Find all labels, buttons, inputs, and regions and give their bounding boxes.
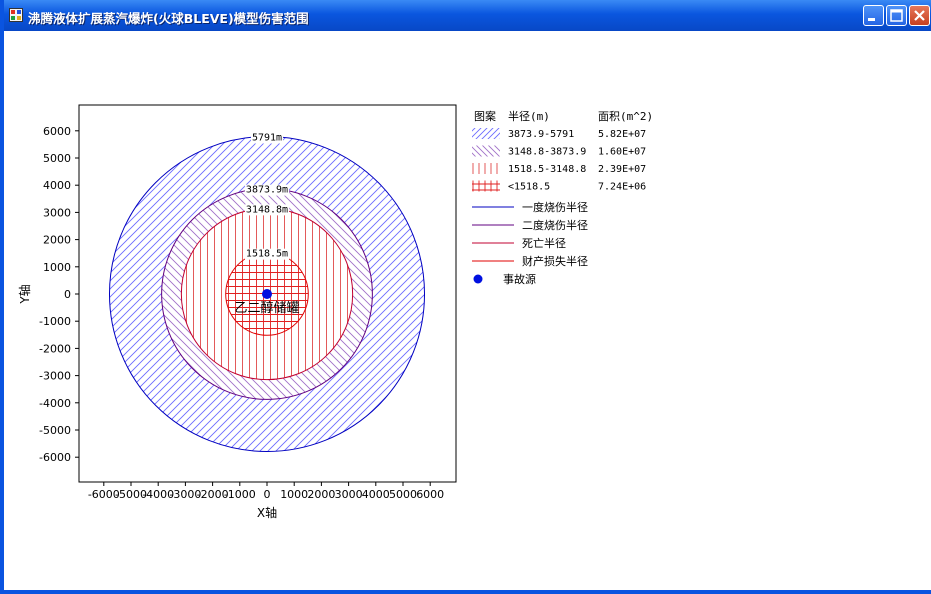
x-tick-label-10: 4000 — [362, 488, 390, 501]
y-tick-label-9: -3000 — [39, 370, 71, 383]
legend-zone-swatch-3 — [472, 180, 500, 192]
y-tick-label-4: 2000 — [43, 234, 71, 247]
legend-source-label: 事故源 — [503, 272, 536, 286]
circle-label-0: 5791m — [252, 132, 282, 143]
y-axis-ticks: 6000 5000 4000 3000 2000 1000 0 -1000 -2000 -3000… — [39, 125, 79, 464]
legend-zone-area-3: 7.24E+06 — [598, 182, 646, 193]
y-tick-label-7: -1000 — [39, 315, 71, 328]
minimize-icon — [868, 18, 875, 21]
window-title: 沸腾液体扩展蒸汽爆炸(火球BLEVE)模型伤害范围 — [28, 11, 309, 26]
y-tick-label-6: 0 — [64, 288, 71, 301]
y-tick-label-11: -5000 — [39, 424, 71, 437]
x-tick-label-5: -1000 — [224, 488, 256, 501]
legend-zone-swatch-2 — [472, 163, 500, 174]
y-axis-label: Y轴 — [17, 284, 32, 304]
source-label: 乙二醇储罐 — [234, 300, 299, 316]
legend-zone-range-3: <1518.5 — [508, 182, 550, 193]
x-tick-label-11: 5000 — [389, 488, 417, 501]
chart-canvas: 5791m 3873.9m 3148.8m 1518.5m 乙二醇储罐 -6000 -5… — [17, 104, 653, 520]
x-tick-label-12: 6000 — [416, 488, 444, 501]
legend-zone-range-1: 3148.8-3873.9 — [508, 147, 586, 158]
legend-header-radius: 半径(m) — [508, 109, 550, 123]
maximize-icon — [890, 9, 903, 22]
close-button[interactable] — [909, 5, 930, 26]
close-icon — [914, 10, 925, 21]
maximize-button[interactable] — [886, 5, 907, 26]
legend-zone-swatch-0 — [472, 128, 500, 139]
y-tick-label-1: 5000 — [43, 152, 71, 165]
client-area: 5791m 3873.9m 3148.8m 1518.5m 乙二醇储罐 -6000 -5… — [8, 31, 931, 590]
legend-source-marker — [473, 274, 483, 284]
x-axis-ticks: -6000-5000-4000-3000-2000-1000 0 1000 2000 3… — [88, 482, 444, 501]
legend-zone-area-1: 1.60E+07 — [598, 147, 646, 158]
legend-zone-area-0: 5.82E+07 — [598, 129, 646, 140]
x-tick-label-7: 1000 — [280, 488, 308, 501]
legend-line-label-0: 一度烧伤半径 — [522, 200, 588, 214]
title-bar[interactable]: 沸腾液体扩展蒸汽爆炸(火球BLEVE)模型伤害范围 — [4, 0, 931, 31]
app-window: 沸腾液体扩展蒸汽爆炸(火球BLEVE)模型伤害范围 5791m 3873.9m … — [0, 0, 931, 594]
x-axis-label: X轴 — [257, 505, 277, 520]
y-tick-label-10: -4000 — [39, 397, 71, 410]
legend-zone-area-2: 2.39E+07 — [598, 164, 646, 175]
y-tick-label-5: 1000 — [43, 261, 71, 274]
y-tick-label-2: 4000 — [43, 179, 71, 192]
legend-line-label-3: 财产损失半径 — [522, 254, 588, 268]
app-icon[interactable] — [9, 8, 23, 22]
legend-zone-range-2: 1518.5-3148.8 — [508, 164, 586, 175]
legend-zone-swatch-1 — [472, 145, 500, 157]
y-tick-label-8: -2000 — [39, 342, 71, 355]
source-marker — [262, 289, 272, 299]
legend: 图案 半径(m) 面积(m^2) 3873.9-5791 5.82E+07 3148… — [472, 109, 653, 286]
y-tick-label-12: -6000 — [39, 451, 71, 464]
legend-line-label-2: 死亡半径 — [522, 236, 566, 250]
x-tick-label-9: 3000 — [335, 488, 363, 501]
y-tick-label-3: 3000 — [43, 206, 71, 219]
legend-zone-range-0: 3873.9-5791 — [508, 129, 574, 140]
x-tick-label-6: 0 — [264, 488, 271, 501]
legend-header-area: 面积(m^2) — [598, 110, 653, 123]
circle-label-3: 1518.5m — [246, 249, 288, 260]
legend-header-pattern: 图案 — [474, 109, 496, 123]
y-tick-label-0: 6000 — [43, 125, 71, 138]
circle-label-1: 3873.9m — [246, 185, 288, 196]
circle-label-2: 3148.8m — [246, 204, 288, 215]
x-tick-label-8: 2000 — [307, 488, 335, 501]
legend-line-label-1: 二度烧伤半径 — [522, 218, 588, 232]
minimize-button[interactable] — [863, 5, 884, 26]
